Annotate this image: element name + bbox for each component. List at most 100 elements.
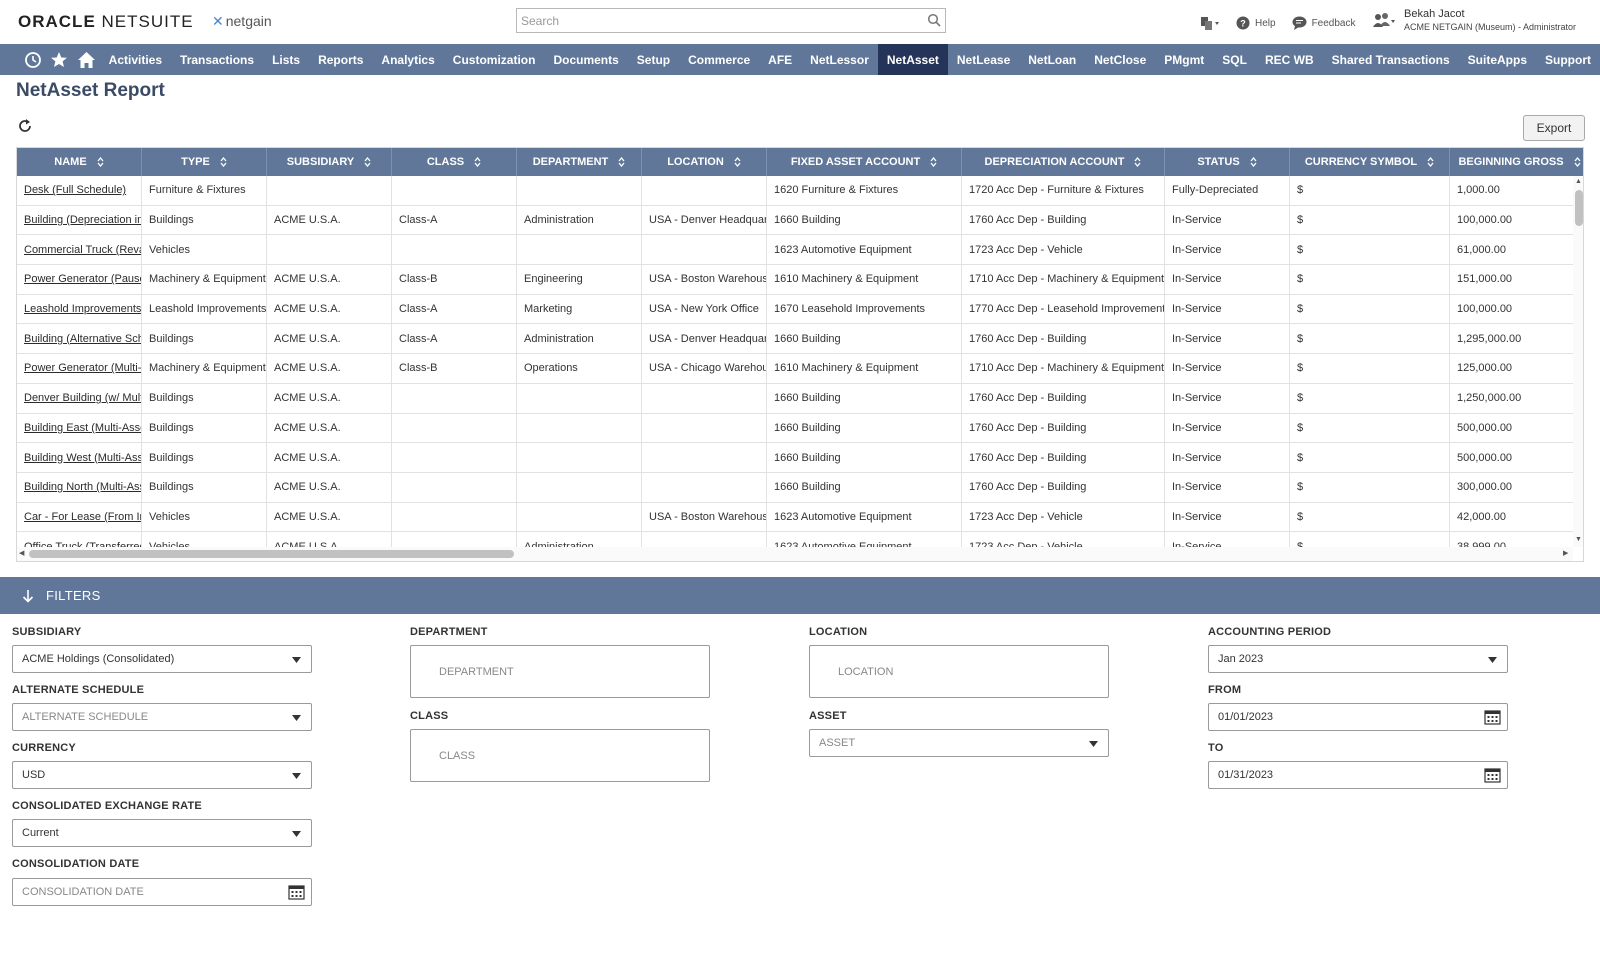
search-input[interactable] [517, 9, 907, 32]
sort-icon[interactable] [364, 157, 371, 167]
export-button[interactable]: Export [1523, 115, 1585, 141]
nav-analytics[interactable]: Analytics [372, 44, 443, 75]
nav-netloan[interactable]: NetLoan [1019, 44, 1085, 75]
cell-department [517, 472, 642, 502]
nav-rec-wb[interactable]: REC WB [1256, 44, 1323, 75]
to-date-field[interactable]: 01/31/2023 [1208, 761, 1508, 789]
sort-icon[interactable] [1574, 157, 1581, 167]
nav-netclose[interactable]: NetClose [1085, 44, 1155, 75]
cell-fixed-asset-account: 1660 Building [767, 324, 962, 354]
help-link[interactable]: ? Help [1236, 16, 1276, 30]
cell-depreciation-account: 1720 Acc Dep - Furniture & Fixtures [962, 176, 1165, 205]
netsuite-logo[interactable]: ORACLE NETSUITE [18, 12, 194, 32]
nav-setup[interactable]: Setup [628, 44, 679, 75]
nav-netlessor[interactable]: NetLessor [801, 44, 878, 75]
asset-name-link[interactable]: Building (Alternative Schedule) [17, 324, 142, 354]
vertical-scrollbar[interactable]: ▲ ▼ [1573, 176, 1583, 547]
from-date-field[interactable]: 01/01/2023 [1208, 703, 1508, 731]
asset-name-link[interactable]: Power Generator (Paused) [17, 265, 142, 294]
column-header-name[interactable]: NAME [17, 148, 142, 176]
asset-name-link[interactable]: Denver Building (w/ Multi-Asset) [17, 383, 142, 413]
column-header-depreciation-account[interactable]: DEPRECIATION ACCOUNT [962, 148, 1165, 176]
horizontal-scroll-thumb[interactable] [29, 550, 514, 558]
search-icon[interactable] [927, 13, 941, 30]
feedback-link[interactable]: Feedback [1292, 16, 1356, 30]
nav-netasset[interactable]: NetAsset [877, 44, 948, 75]
scroll-up-icon[interactable]: ▲ [1575, 178, 1582, 185]
calendar-icon[interactable] [288, 884, 305, 900]
star-icon [51, 51, 68, 67]
class-multiselect[interactable]: CLASS [410, 729, 710, 782]
asset-name-link[interactable]: Building East (Multi-Asset) [17, 413, 142, 443]
cell-currency-symbol: $ [1290, 235, 1450, 265]
cell-currency-symbol: $ [1290, 502, 1450, 532]
alternate-schedule-select[interactable]: ALTERNATE SCHEDULE [12, 703, 312, 731]
sort-icon[interactable] [97, 157, 104, 167]
sort-icon[interactable] [1134, 157, 1141, 167]
column-header-department[interactable]: DEPARTMENT [517, 148, 642, 176]
nav-support[interactable]: Support [1536, 44, 1600, 75]
column-header-beginning-gross[interactable]: BEGINNING GROSS [1450, 148, 1583, 176]
asset-name-link[interactable]: Commercial Truck (Revalued) [17, 235, 142, 265]
column-header-type[interactable]: TYPE [142, 148, 267, 176]
column-header-location[interactable]: LOCATION [642, 148, 767, 176]
shortcuts-button[interactable] [46, 44, 73, 75]
asset-name-link[interactable]: Desk (Full Schedule) [17, 176, 142, 205]
accounting-period-select[interactable]: Jan 2023 [1208, 645, 1508, 673]
scroll-right-icon[interactable]: ▶ [1563, 549, 1568, 557]
currency-select[interactable]: USD [12, 761, 312, 789]
nav-reports[interactable]: Reports [309, 44, 372, 75]
nav-suiteapps[interactable]: SuiteApps [1459, 44, 1536, 75]
nav-pmgmt[interactable]: PMgmt [1155, 44, 1213, 75]
refresh-icon [19, 119, 31, 132]
subsidiary-select[interactable]: ACME Holdings (Consolidated) [12, 645, 312, 673]
recent-records-menu[interactable] [1200, 15, 1222, 31]
asset-name-link[interactable]: Power Generator (Multi-Book) [17, 354, 142, 383]
sort-icon[interactable] [220, 157, 227, 167]
asset-name-link[interactable]: Building West (Multi-Asset) [17, 443, 142, 472]
calendar-icon[interactable] [1484, 767, 1501, 783]
consolidation-date-field[interactable]: CONSOLIDATION DATE [12, 878, 312, 906]
nav-shared-transactions[interactable]: Shared Transactions [1323, 44, 1459, 75]
home-button[interactable] [73, 44, 100, 75]
sort-icon[interactable] [1427, 157, 1434, 167]
vertical-scroll-thumb[interactable] [1575, 190, 1583, 226]
asset-select[interactable]: ASSET [809, 729, 1109, 757]
sort-icon[interactable] [734, 157, 741, 167]
global-search[interactable] [516, 8, 946, 33]
column-header-status[interactable]: STATUS [1165, 148, 1290, 176]
sort-icon[interactable] [930, 157, 937, 167]
asset-name-link[interactable]: Office Truck (Transferred) [17, 532, 142, 547]
nav-transactions[interactable]: Transactions [171, 44, 263, 75]
location-multiselect[interactable]: LOCATION [809, 645, 1109, 698]
column-header-fixed-asset-account[interactable]: FIXED ASSET ACCOUNT [767, 148, 962, 176]
sort-icon[interactable] [474, 157, 481, 167]
nav-afe[interactable]: AFE [759, 44, 801, 75]
exchange-rate-select[interactable]: Current [12, 819, 312, 847]
nav-lists[interactable]: Lists [263, 44, 309, 75]
nav-commerce[interactable]: Commerce [679, 44, 759, 75]
asset-name-link[interactable]: Building North (Multi-Asset) [17, 472, 142, 502]
column-header-class[interactable]: CLASS [392, 148, 517, 176]
column-header-subsidiary[interactable]: SUBSIDIARY [267, 148, 392, 176]
nav-sql[interactable]: SQL [1213, 44, 1256, 75]
calendar-icon[interactable] [1484, 709, 1501, 725]
scroll-down-icon[interactable]: ▼ [1575, 536, 1582, 543]
refresh-button[interactable] [17, 118, 33, 137]
filters-toggle[interactable]: FILTERS [0, 577, 1600, 614]
nav-netlease[interactable]: NetLease [948, 44, 1019, 75]
user-menu[interactable]: Bekah Jacot ACME NETGAIN (Museum) - Admi… [1372, 8, 1576, 33]
nav-documents[interactable]: Documents [544, 44, 627, 75]
asset-name-link[interactable]: Building (Depreciation in Arrears) [17, 205, 142, 235]
recent-history-button[interactable] [20, 44, 46, 75]
column-header-currency-symbol[interactable]: CURRENCY SYMBOL [1290, 148, 1450, 176]
sort-icon[interactable] [1250, 157, 1257, 167]
horizontal-scrollbar[interactable]: ◀ ▶ [17, 547, 1573, 561]
asset-name-link[interactable]: Car - For Lease (From Inventory) [17, 502, 142, 532]
nav-activities[interactable]: Activities [100, 44, 171, 75]
nav-customization[interactable]: Customization [444, 44, 545, 75]
department-multiselect[interactable]: DEPARTMENT [410, 645, 710, 698]
scroll-left-icon[interactable]: ◀ [19, 549, 24, 557]
asset-name-link[interactable]: Leashold Improvements [17, 294, 142, 324]
sort-icon[interactable] [618, 157, 625, 167]
